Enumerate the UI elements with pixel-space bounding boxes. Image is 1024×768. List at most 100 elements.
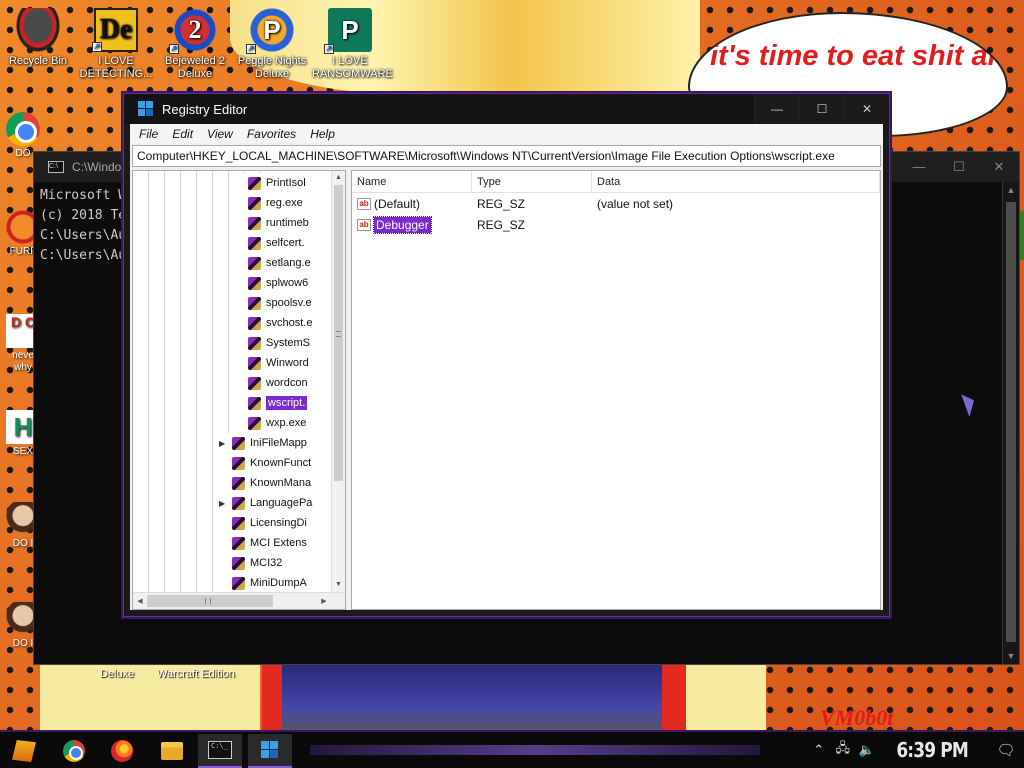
values-list[interactable]: Name Type Data ab (Default) REG_SZ (value…: [351, 170, 881, 610]
tree-node-label: wxp.exe: [266, 417, 307, 429]
cmd-title: C:\Windo: [72, 160, 122, 174]
taskbar-decoration: [310, 745, 760, 755]
desktop-icon-label: I LOVE RANSOMWARE: [312, 55, 393, 80]
desktop-icon-ransomware[interactable]: P ↗ I LOVE RANSOMWARE: [312, 4, 393, 81]
column-header-name[interactable]: Name: [352, 171, 472, 192]
notifications-icon[interactable]: 🗨: [988, 741, 1024, 759]
value-data: (value not set): [597, 196, 674, 211]
tree-node[interactable]: Winword: [235, 353, 333, 373]
registry-editor-window[interactable]: Registry Editor — ☐ ✕ File Edit View Fav…: [123, 93, 890, 617]
scroll-thumb[interactable]: [1006, 202, 1016, 642]
value-row-debugger[interactable]: ab Debugger REG_SZ: [352, 214, 880, 235]
scroll-down-icon[interactable]: ▼: [332, 578, 345, 592]
tree-vertical-scrollbar[interactable]: ▲ ▼: [331, 171, 345, 592]
tree-node[interactable]: wscript.: [235, 393, 333, 413]
tree-node-label: runtimeb: [266, 217, 309, 229]
menu-edit[interactable]: Edit: [165, 124, 200, 143]
taskbar-firefox[interactable]: [100, 734, 144, 768]
tree-node[interactable]: MiniDumpA: [219, 573, 333, 593]
taskbar-regedit[interactable]: [248, 734, 292, 768]
column-header-data[interactable]: Data: [592, 171, 880, 192]
tree-node-label: svchost.e: [266, 317, 313, 329]
tree-node[interactable]: splwow6: [235, 273, 333, 293]
desktop-icon-detecting[interactable]: De ↗ I LOVE DETECTING...: [78, 4, 154, 81]
close-icon[interactable]: ✕: [979, 159, 1019, 175]
tree-node[interactable]: ▶ IniFileMapp: [219, 433, 333, 453]
menu-file[interactable]: File: [132, 124, 165, 143]
tree-node[interactable]: wordcon: [235, 373, 333, 393]
tree-node[interactable]: svchost.e: [235, 313, 333, 333]
registry-key-icon: [248, 376, 261, 390]
tree-node[interactable]: LicensingDi: [219, 513, 333, 533]
volume-icon[interactable]: 🔈: [858, 742, 876, 758]
scroll-up-icon[interactable]: ▲: [332, 171, 345, 185]
value-row-default[interactable]: ab (Default) REG_SZ (value not set): [352, 193, 880, 214]
tree-node[interactable]: KnownMana: [219, 473, 333, 493]
regedit-titlebar[interactable]: Registry Editor — ☐ ✕: [124, 94, 889, 124]
desktop-icon-label: I LOVE DETECTING...: [79, 55, 153, 80]
tree-node[interactable]: KnownFunct: [219, 453, 333, 473]
registry-key-icon: [248, 316, 261, 330]
minimize-icon[interactable]: —: [899, 159, 939, 175]
wallpaper-scene: [282, 665, 662, 735]
maximize-icon[interactable]: ☐: [799, 94, 844, 124]
taskbar-chrome[interactable]: [52, 734, 96, 768]
registry-key-icon: [232, 556, 245, 570]
expand-arrow-icon[interactable]: ▶: [219, 499, 227, 508]
value-name-rename-field[interactable]: Debugger: [373, 215, 432, 234]
scroll-left-icon[interactable]: ◀: [133, 593, 147, 609]
tree-node-label: wscript.: [266, 396, 308, 410]
tree-node[interactable]: wxp.exe: [235, 413, 333, 433]
tree-node[interactable]: ▶ LanguagePa: [219, 493, 333, 513]
menu-help[interactable]: Help: [303, 124, 342, 143]
registry-key-icon: [232, 536, 245, 550]
system-tray: ⌃ 🖧 🔈 6:39 PM 🗨: [810, 732, 1024, 768]
chevron-up-icon[interactable]: ⌃: [810, 742, 828, 758]
registry-key-icon: [248, 356, 261, 370]
address-bar[interactable]: Computer\HKEY_LOCAL_MACHINE\SOFTWARE\Mic…: [132, 145, 881, 167]
scroll-up-icon[interactable]: ▲: [1003, 182, 1019, 198]
tree-node[interactable]: selfcert.: [235, 233, 333, 253]
network-icon[interactable]: 🖧: [834, 739, 852, 761]
tree-node[interactable]: setlang.e: [235, 253, 333, 273]
start-button[interactable]: [2, 734, 46, 768]
expand-arrow-icon[interactable]: ▶: [219, 439, 227, 448]
tree-node[interactable]: MCI Extens: [219, 533, 333, 553]
list-header: Name Type Data: [352, 171, 880, 193]
registry-key-icon: [232, 436, 245, 450]
taskbar-cmd[interactable]: C:\_: [198, 734, 242, 768]
clock[interactable]: 6:39 PM: [896, 738, 968, 762]
scroll-right-icon[interactable]: ▶: [317, 593, 331, 609]
registry-key-icon: [248, 256, 261, 270]
minimize-icon[interactable]: —: [754, 94, 799, 124]
maximize-icon[interactable]: ☐: [939, 159, 979, 175]
column-header-type[interactable]: Type: [472, 171, 592, 192]
scroll-thumb[interactable]: [147, 595, 273, 607]
regedit-client: File Edit View Favorites Help Computer\H…: [130, 124, 883, 610]
menu-favorites[interactable]: Favorites: [240, 124, 303, 143]
menu-view[interactable]: View: [200, 124, 240, 143]
wallpaper-panel: [262, 665, 282, 735]
tree-node[interactable]: PrintIsol: [235, 173, 333, 193]
scroll-down-icon[interactable]: ▼: [1003, 648, 1019, 664]
tree-horizontal-scrollbar[interactable]: ◀ ▶: [133, 592, 345, 609]
regedit-icon: [138, 101, 154, 117]
desktop-label-partial: Deluxe: [100, 668, 135, 680]
tree-node[interactable]: MCI32: [219, 553, 333, 573]
tree-node-label: LicensingDi: [250, 517, 307, 529]
tree-node-label: selfcert.: [266, 237, 305, 249]
desktop-icon-recycle-bin[interactable]: Recycle Bin: [0, 4, 76, 68]
desktop-icon-bejeweled[interactable]: 2 ↗ Bejeweled 2 Deluxe: [157, 4, 233, 81]
tree-node[interactable]: SystemS: [235, 333, 333, 353]
tree-node[interactable]: reg.exe: [235, 193, 333, 213]
tree-node[interactable]: spoolsv.e: [235, 293, 333, 313]
desktop-icon-peggle[interactable]: P ↗ Peggle Nights Deluxe: [234, 4, 310, 81]
close-icon[interactable]: ✕: [844, 94, 889, 124]
scroll-thumb[interactable]: [334, 185, 343, 481]
wallpaper-panel: [686, 665, 766, 735]
registry-tree[interactable]: PrintIsol reg.exe runtimeb selfcert. setlang…: [132, 170, 346, 610]
registry-key-icon: [232, 576, 245, 590]
tree-node[interactable]: runtimeb: [235, 213, 333, 233]
taskbar-file-explorer[interactable]: [150, 734, 194, 768]
cmd-scrollbar[interactable]: ▲ ▼: [1002, 182, 1019, 664]
